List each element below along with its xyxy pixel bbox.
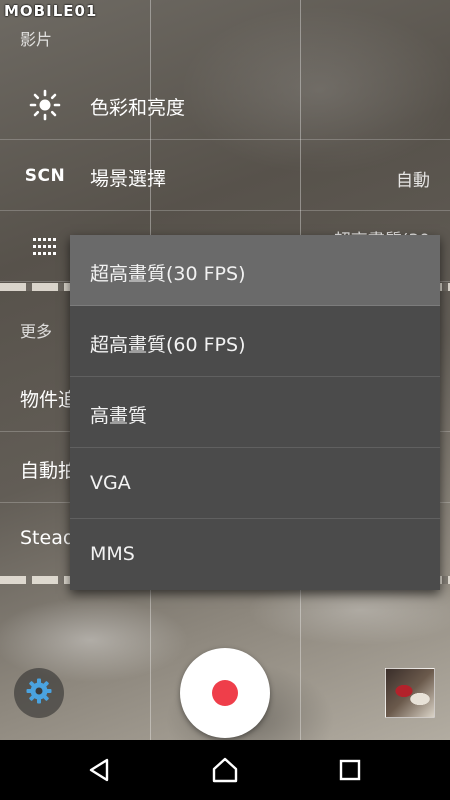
dropdown-option-label: 高畫質	[90, 405, 148, 427]
setting-label: 場景選擇	[90, 168, 167, 190]
section-header-video: 影片	[20, 30, 53, 49]
scn-icon: SCN	[22, 161, 68, 191]
gear-icon	[25, 677, 53, 709]
scn-icon-text: SCN	[24, 166, 66, 186]
recents-button[interactable]	[335, 755, 365, 785]
dropdown-option-vga[interactable]: VGA	[70, 448, 440, 519]
setting-label: 自動拍	[20, 460, 78, 482]
dropdown-option-label: VGA	[90, 472, 131, 494]
dropdown-option-label: MMS	[90, 543, 135, 565]
dropdown-option-hd[interactable]: 高畫質	[70, 377, 440, 448]
dropdown-option-uhd-30fps[interactable]: 超高畫質(30 FPS)	[70, 235, 440, 306]
back-icon	[89, 758, 109, 782]
navigation-bar	[0, 740, 450, 800]
back-button[interactable]	[85, 755, 115, 785]
grid-dots-icon	[22, 232, 68, 262]
gallery-thumbnail[interactable]	[385, 668, 435, 718]
camera-settings-button[interactable]	[14, 668, 64, 718]
home-icon	[212, 757, 238, 783]
dropdown-option-mms[interactable]: MMS	[70, 519, 440, 590]
watermark: MOBILE01	[4, 2, 98, 20]
brightness-icon	[22, 89, 68, 121]
dropdown-option-label: 超高畫質(60 FPS)	[90, 334, 246, 356]
record-button[interactable]	[180, 648, 270, 738]
setting-value: 自動	[396, 171, 430, 191]
setting-row-color-brightness[interactable]: 色彩和亮度	[0, 70, 450, 140]
dropdown-option-label: 超高畫質(30 FPS)	[90, 263, 246, 285]
setting-label: 物件追	[20, 389, 78, 411]
recents-icon	[339, 759, 361, 781]
home-button[interactable]	[210, 755, 240, 785]
status-bar: MOBILE01	[0, 0, 450, 26]
section-header-more: 更多	[20, 322, 53, 341]
dropdown-option-uhd-60fps[interactable]: 超高畫質(60 FPS)	[70, 306, 440, 377]
setting-row-scene[interactable]: SCN 場景選擇 自動	[0, 141, 450, 211]
setting-label: Stead	[20, 527, 75, 549]
resolution-dropdown: 超高畫質(30 FPS) 超高畫質(60 FPS) 高畫質 VGA MMS	[70, 235, 440, 590]
record-icon	[212, 680, 238, 706]
setting-label: 色彩和亮度	[90, 97, 186, 119]
